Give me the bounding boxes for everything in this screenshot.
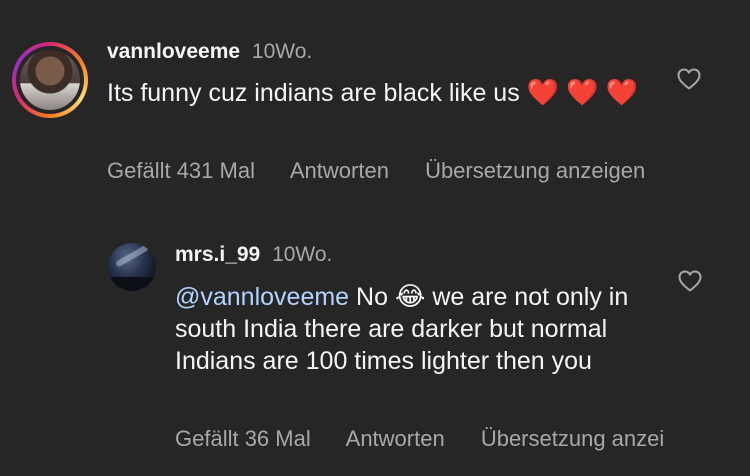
comment-header: vannloveeme 10Wo. xyxy=(107,40,312,64)
likes-count[interactable]: Gefällt 36 Mal xyxy=(175,426,311,451)
timestamp: 10Wo. xyxy=(272,243,333,266)
laughing-emoji: 😂 xyxy=(394,281,426,311)
comment-body-start: No xyxy=(356,283,389,311)
avatar-ring-gap xyxy=(16,46,84,114)
translate-button[interactable]: Übersetzung anzei xyxy=(481,426,664,451)
translate-button[interactable]: Übersetzung anzeigen xyxy=(425,158,645,183)
comment-header: mrs.i_99 10Wo. xyxy=(175,243,332,267)
comment-actions: Gefällt 36 Mal Antworten Übersetzung anz… xyxy=(175,426,694,452)
username[interactable]: vannloveeme xyxy=(107,40,240,63)
heart-outline-icon[interactable] xyxy=(677,68,701,90)
avatar-detail xyxy=(108,277,156,291)
likes-count[interactable]: Gefällt 431 Mal xyxy=(107,158,255,183)
comment-text: Its funny cuz indians are black like us … xyxy=(107,76,647,109)
mention-link[interactable]: @vannloveeme xyxy=(175,283,349,311)
comment-body: Its funny cuz indians are black like us xyxy=(107,79,520,107)
avatar xyxy=(20,50,80,110)
username[interactable]: mrs.i_99 xyxy=(175,243,260,266)
comment-text: @vannloveeme No 😂 we are not only in sou… xyxy=(175,280,645,377)
avatar[interactable] xyxy=(108,243,156,291)
avatar-story-ring[interactable] xyxy=(12,42,88,118)
avatar-detail xyxy=(114,244,150,268)
reply-button[interactable]: Antworten xyxy=(346,426,445,451)
reply-button[interactable]: Antworten xyxy=(290,158,389,183)
heart-outline-icon[interactable] xyxy=(678,270,702,292)
comment-actions: Gefällt 431 Mal Antworten Übersetzung an… xyxy=(107,158,675,184)
heart-emojis: ❤️ ❤️ ❤️ xyxy=(526,77,639,107)
timestamp: 10Wo. xyxy=(251,40,313,63)
